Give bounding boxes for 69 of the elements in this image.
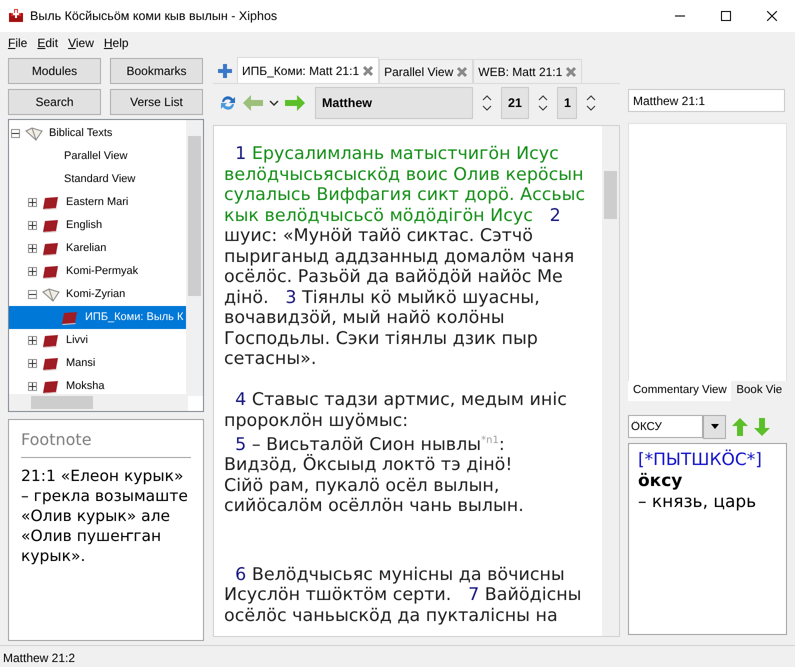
verse-paragraph: 4 Ставыс тадзи артмис, медым иніс пророклӧн шуӧмыс: 5 – Висьталӧй Сион нывлы$^{*n1}$: Видзӧд, Ӧксыыд локтӧ тэ дінӧ! Сійӧ рам, пукалӧ осёл вылын, сийӧсалӧм осёллӧн чань вылын. bbox=[224, 390, 568, 517]
book-icon bbox=[42, 334, 60, 348]
reference-field[interactable]: Matthew 21:1 bbox=[628, 89, 785, 112]
book-icon bbox=[42, 196, 60, 210]
expander-icon[interactable] bbox=[28, 359, 37, 368]
add-tab-icon[interactable] bbox=[218, 64, 232, 78]
caret-icon[interactable] bbox=[710, 424, 718, 429]
footnote-text: 21:1 «Елеон курык» – грекла возымаште «Олив курык» але «Олив пушеҥган курык». bbox=[21, 466, 189, 566]
entry-heading: [*ПЫТШКӦС*] bbox=[638, 450, 763, 471]
maximize-icon[interactable] bbox=[721, 11, 731, 21]
menu-item[interactable]: File bbox=[3, 34, 32, 52]
verse-paragraph: 1 Ерусалимлань матыстчигӧн Исус велӧдчысьясыскӧд воис Олив керӧсын сулалысь Виффагия сикт дорӧ. Ассьыс кык велӧдчысьсӧ мӧдӧдігӧн Исус 2 шуис: «Мунӧй тайӧ сиктас. Сэтчӧ пыриганыд аддзанныд домалӧм чаня осёлӧс. Разьӧй да вайӧдӧй найӧс Ме дінӧ. 3 Тіянлы кӧ мыйкӧ шуасны, вочавидзӧй, мый найӧ колӧны Господьлы. Сэки тіянлы дзик пыр сетасны». bbox=[224, 144, 586, 370]
chapter-field[interactable]: 21 bbox=[501, 87, 529, 119]
expander-icon[interactable] bbox=[28, 221, 37, 230]
book-field[interactable]: Matthew bbox=[315, 87, 473, 119]
open-book-icon bbox=[25, 126, 43, 140]
expander-icon[interactable] bbox=[28, 290, 37, 299]
app-icon bbox=[8, 8, 24, 24]
tree-item[interactable]: Komi-Zyrian bbox=[66, 286, 126, 303]
book-icon bbox=[42, 218, 60, 232]
scrollbar[interactable] bbox=[9, 394, 188, 411]
book-icon bbox=[42, 264, 60, 278]
status-bar: Matthew 21:2 bbox=[0, 645, 795, 667]
dropdown-button[interactable] bbox=[703, 414, 726, 438]
menu-item[interactable]: Edit bbox=[32, 34, 64, 52]
panel-title: Footnote bbox=[21, 428, 191, 458]
sidebar-button[interactable]: Verse List bbox=[110, 89, 203, 115]
menu-item[interactable]: View bbox=[63, 34, 99, 52]
verse-paragraph: 6 Велӧдчысьяс мунісны да вӧчисны Исуслӧн тшӧктӧм серти. 7 Вайӧдісны осёлӧс чаньыскӧд да пукталісны на bbox=[224, 564, 582, 626]
expander-icon[interactable] bbox=[11, 129, 20, 138]
sidebar-button[interactable]: Modules bbox=[8, 58, 101, 84]
headword: ӧксу bbox=[638, 471, 684, 492]
definition-text: – князь, царь bbox=[638, 492, 758, 513]
refresh-icon[interactable] bbox=[219, 94, 237, 112]
caret-icon[interactable] bbox=[269, 99, 279, 107]
tree-item[interactable]: Eastern Mari bbox=[66, 194, 128, 211]
sidebar-button[interactable]: Bookmarks bbox=[110, 58, 203, 84]
book-icon bbox=[61, 310, 79, 324]
book-icon bbox=[42, 356, 60, 370]
tree-item[interactable]: Biblical Texts bbox=[49, 125, 112, 142]
expander-icon[interactable] bbox=[28, 382, 37, 391]
expander-icon[interactable] bbox=[28, 267, 37, 276]
tree-item[interactable]: Moksha bbox=[66, 378, 105, 395]
expander-icon[interactable] bbox=[28, 244, 37, 253]
close-icon[interactable] bbox=[767, 11, 777, 21]
open-book-icon bbox=[42, 288, 60, 302]
window-title: Выль Кӧсйысьӧм коми кыв вылын - Xiphos bbox=[30, 8, 278, 25]
tab[interactable]: ИПБ_Коми: Matt 21:1 bbox=[237, 57, 380, 83]
tree-item[interactable]: Komi-Permyak bbox=[66, 263, 138, 280]
tree-item[interactable]: English bbox=[66, 217, 102, 234]
expander-icon[interactable] bbox=[28, 336, 37, 345]
tab[interactable]: Commentary View bbox=[628, 381, 732, 401]
tree-item[interactable]: Mansi bbox=[66, 355, 96, 372]
sidebar-button[interactable]: Search bbox=[8, 89, 101, 115]
tab[interactable]: Book Vie bbox=[731, 381, 787, 401]
tree-item[interactable]: ИПБ_Коми: Выль К bbox=[9, 306, 188, 329]
verse-field[interactable]: 1 bbox=[557, 87, 577, 119]
book-icon bbox=[42, 380, 60, 394]
book-icon bbox=[42, 242, 60, 256]
tree-item[interactable]: Standard View bbox=[64, 171, 136, 188]
menu-item[interactable]: Help bbox=[98, 34, 134, 52]
tree-item[interactable]: Karelian bbox=[66, 240, 106, 257]
expander-icon[interactable] bbox=[28, 198, 37, 207]
tree-item[interactable]: Parallel View bbox=[64, 148, 128, 165]
scrollbar[interactable] bbox=[602, 126, 619, 636]
tab[interactable]: WEB: Matt 21:1 bbox=[473, 59, 582, 83]
tree-item[interactable]: Livvi bbox=[66, 332, 88, 349]
scrollbar[interactable] bbox=[186, 120, 203, 396]
tab[interactable]: Parallel View bbox=[379, 59, 474, 83]
